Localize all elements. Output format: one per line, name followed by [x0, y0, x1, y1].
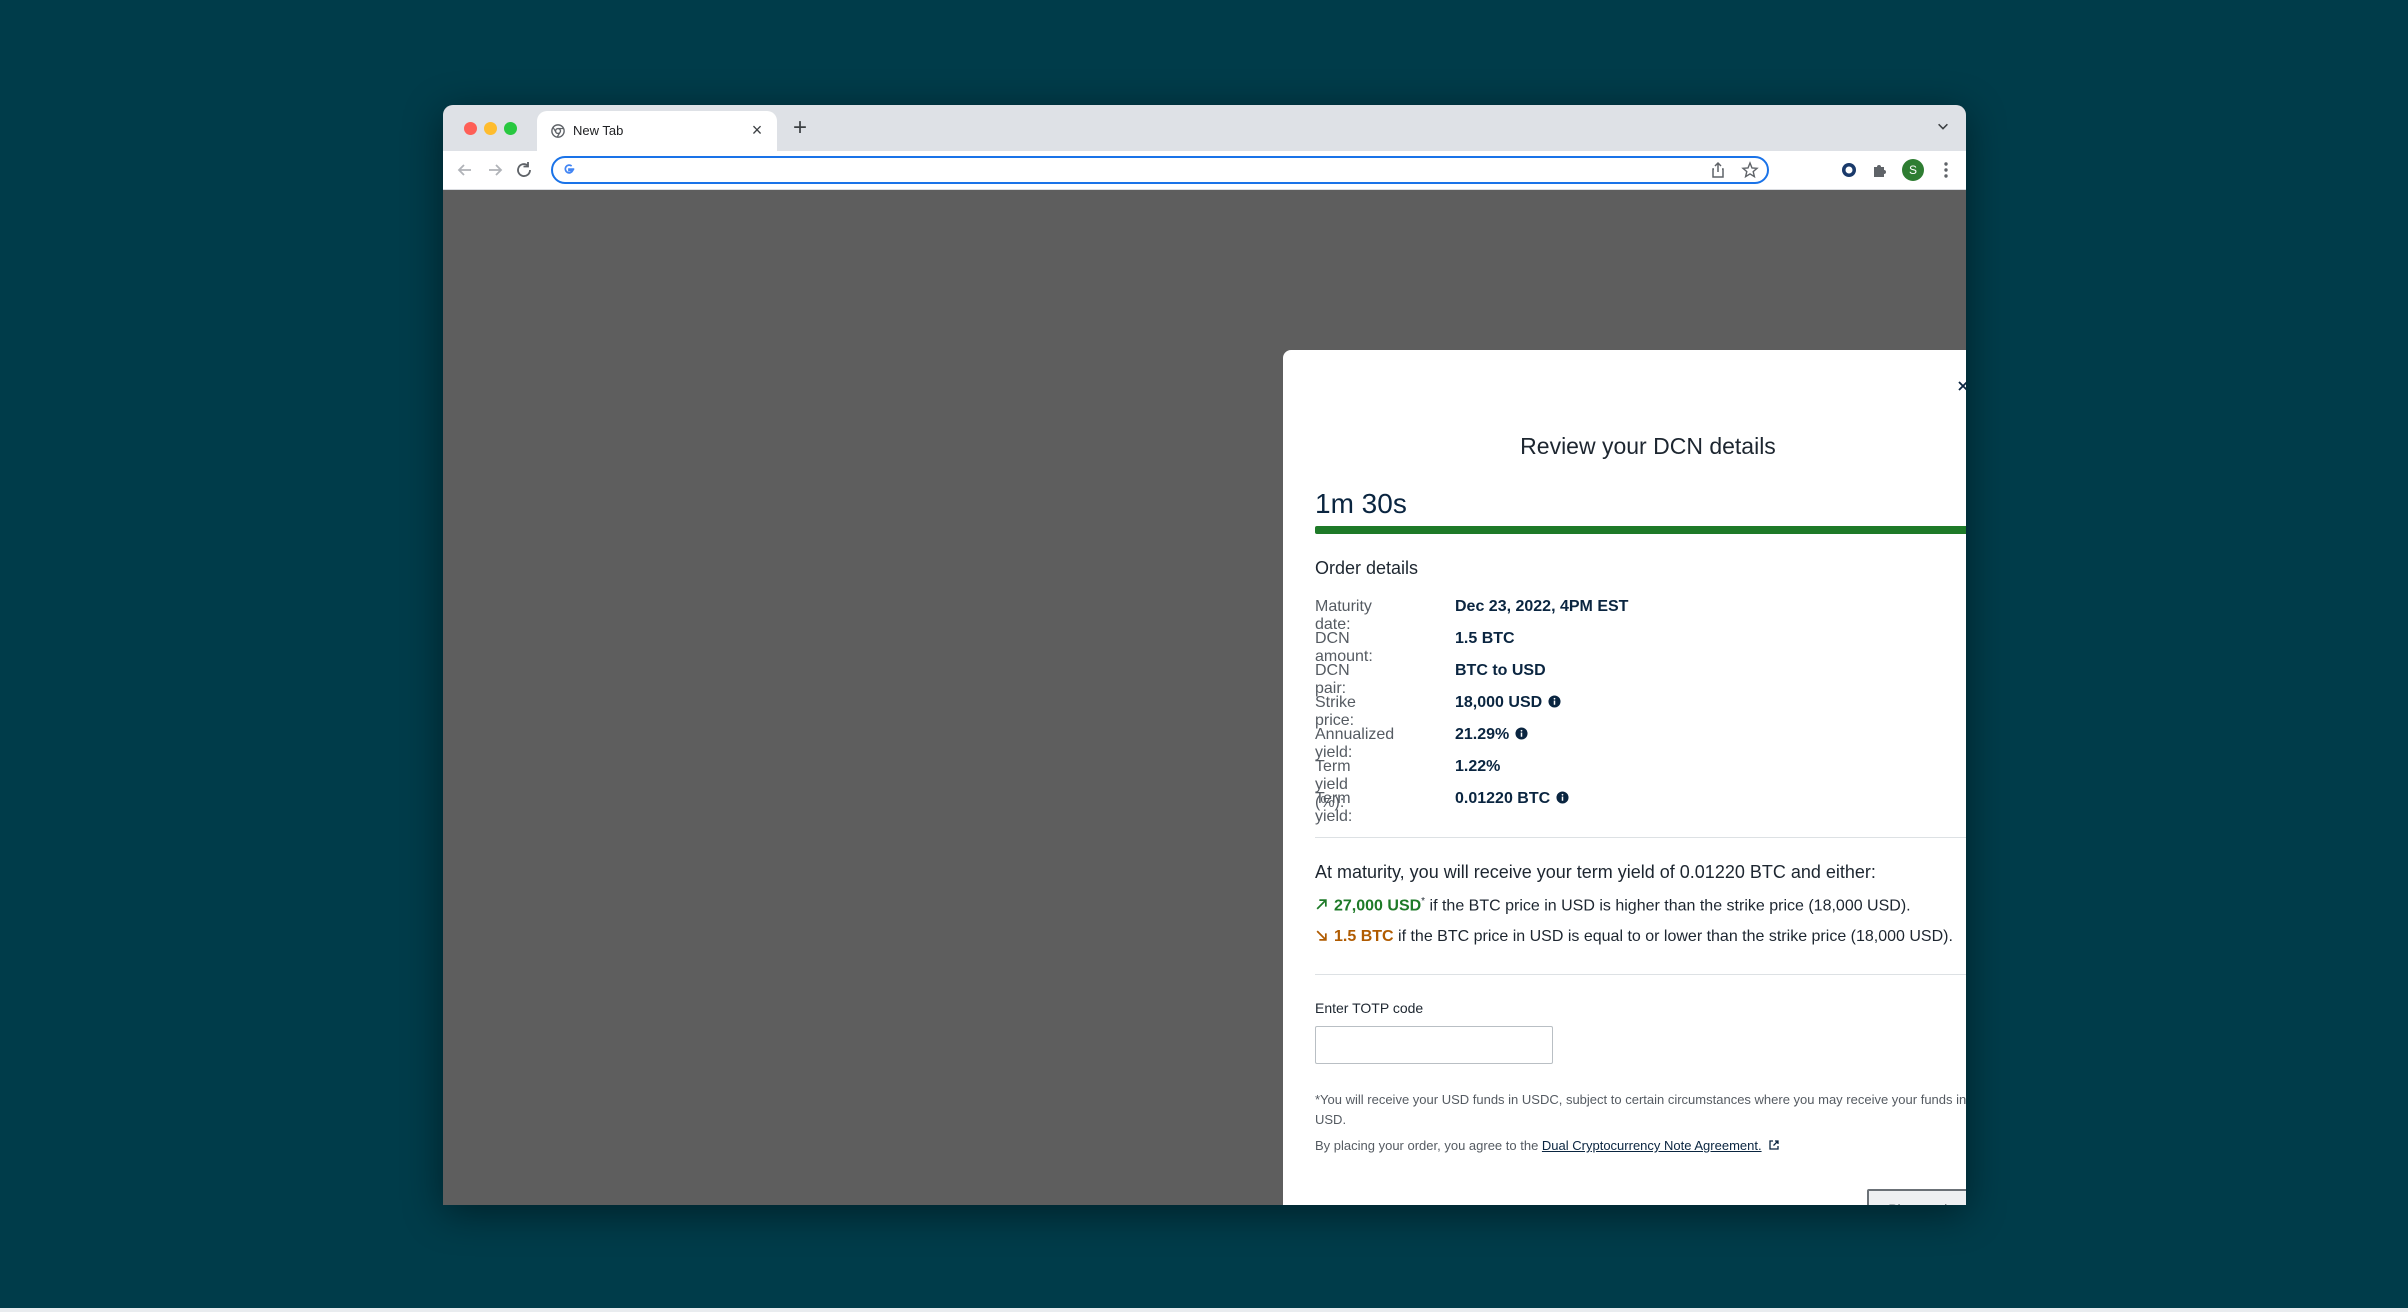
detail-label: Maturity date: — [1315, 598, 1372, 633]
google-icon — [564, 164, 575, 174]
tab-title: New Tab — [573, 123, 624, 138]
detail-value: 0.01220 BTC — [1455, 790, 1569, 808]
browser-toolbar: S — [443, 151, 1966, 190]
browser-tab[interactable]: New Tab × — [537, 111, 777, 151]
totp-label: Enter TOTP code — [1315, 1000, 1424, 1016]
outcome-lower-text: if the BTC price in USD is equal to or l… — [1393, 928, 1953, 945]
totp-input[interactable] — [1315, 1026, 1553, 1064]
outcome-lower: 1.5 BTC if the BTC price in USD is equal… — [1315, 928, 1953, 946]
place-order-button[interactable]: Place order — [1867, 1189, 1966, 1205]
forward-arrow-icon[interactable] — [483, 158, 507, 182]
order-details-title: Order details — [1315, 558, 1419, 578]
detail-label: DCN pair: — [1315, 662, 1350, 697]
more-menu-icon[interactable] — [1937, 160, 1955, 180]
arrow-up-right-icon — [1316, 899, 1327, 910]
chrome-icon — [551, 124, 565, 138]
outcome-higher-text: if the BTC price in USD is higher than t… — [1425, 897, 1911, 915]
modal-title: Review your DCN details — [1520, 433, 1776, 459]
minimize-window-button[interactable] — [484, 122, 497, 135]
external-link-icon[interactable] — [1768, 1139, 1780, 1151]
countdown-progress-bar — [1315, 526, 1966, 534]
info-icon[interactable] — [1556, 791, 1569, 804]
agreement-prefix: By placing your order, you agree to the — [1315, 1138, 1542, 1153]
divider — [1315, 837, 1966, 838]
agreement-text: By placing your order, you agree to the … — [1315, 1138, 1780, 1153]
divider — [1315, 974, 1966, 975]
new-tab-button[interactable]: + — [787, 115, 813, 141]
maturity-title: At maturity, you will receive your term … — [1315, 862, 1876, 882]
browser-titlebar: New Tab × + — [443, 105, 1966, 151]
dcn-agreement-link[interactable]: Dual Cryptocurrency Note Agreement. — [1542, 1138, 1762, 1153]
detail-value: 21.29% — [1455, 726, 1528, 744]
outcome-higher-amount: 27,000 USD — [1334, 897, 1422, 915]
info-icon[interactable] — [1548, 695, 1561, 708]
extensions-puzzle-icon[interactable] — [1871, 161, 1889, 179]
arrow-down-right-icon — [1316, 930, 1327, 941]
tab-close-icon[interactable]: × — [747, 119, 767, 141]
bookmark-star-icon[interactable] — [1741, 161, 1759, 179]
detail-value: 1.22% — [1455, 758, 1501, 775]
info-icon[interactable] — [1515, 727, 1528, 740]
dcn-review-modal: Review your DCN details 1m 30s Order det… — [1283, 350, 1966, 1205]
usdc-footnote: *You will receive your USD funds in USDC… — [1315, 1092, 1966, 1127]
address-input[interactable] — [583, 160, 1687, 182]
detail-label: Strike price: — [1315, 694, 1356, 729]
detail-label: DCN amount: — [1315, 630, 1373, 665]
share-icon[interactable] — [1709, 161, 1727, 179]
bottom-strip — [0, 1308, 2408, 1312]
chevron-down-icon[interactable] — [1936, 119, 1950, 133]
extension-icon[interactable] — [1840, 161, 1858, 179]
detail-value: 1.5 BTC — [1455, 630, 1515, 647]
detail-label: Annualized yield: — [1315, 726, 1395, 761]
outcome-lower-amount: 1.5 BTC — [1334, 928, 1394, 945]
detail-value: Dec 23, 2022, 4PM EST — [1455, 598, 1629, 615]
countdown-progress-fill — [1315, 526, 1966, 534]
countdown-timer: 1m 30s — [1315, 488, 1407, 519]
close-icon[interactable] — [1953, 376, 1966, 396]
reload-icon[interactable] — [512, 158, 536, 182]
address-bar[interactable] — [551, 156, 1769, 184]
maximize-window-button[interactable] — [504, 122, 517, 135]
back-arrow-icon[interactable] — [453, 158, 477, 182]
detail-value: BTC to USD — [1455, 662, 1546, 679]
close-window-button[interactable] — [464, 122, 477, 135]
detail-label: Term yield: — [1315, 790, 1353, 825]
outcome-higher: 27,000 USD* if the BTC price in USD is h… — [1315, 896, 1911, 915]
detail-value: 18,000 USD — [1455, 694, 1561, 712]
profile-avatar[interactable]: S — [1902, 159, 1924, 181]
browser-window: New Tab × + S Review your DCN details 1m… — [443, 105, 1966, 1205]
